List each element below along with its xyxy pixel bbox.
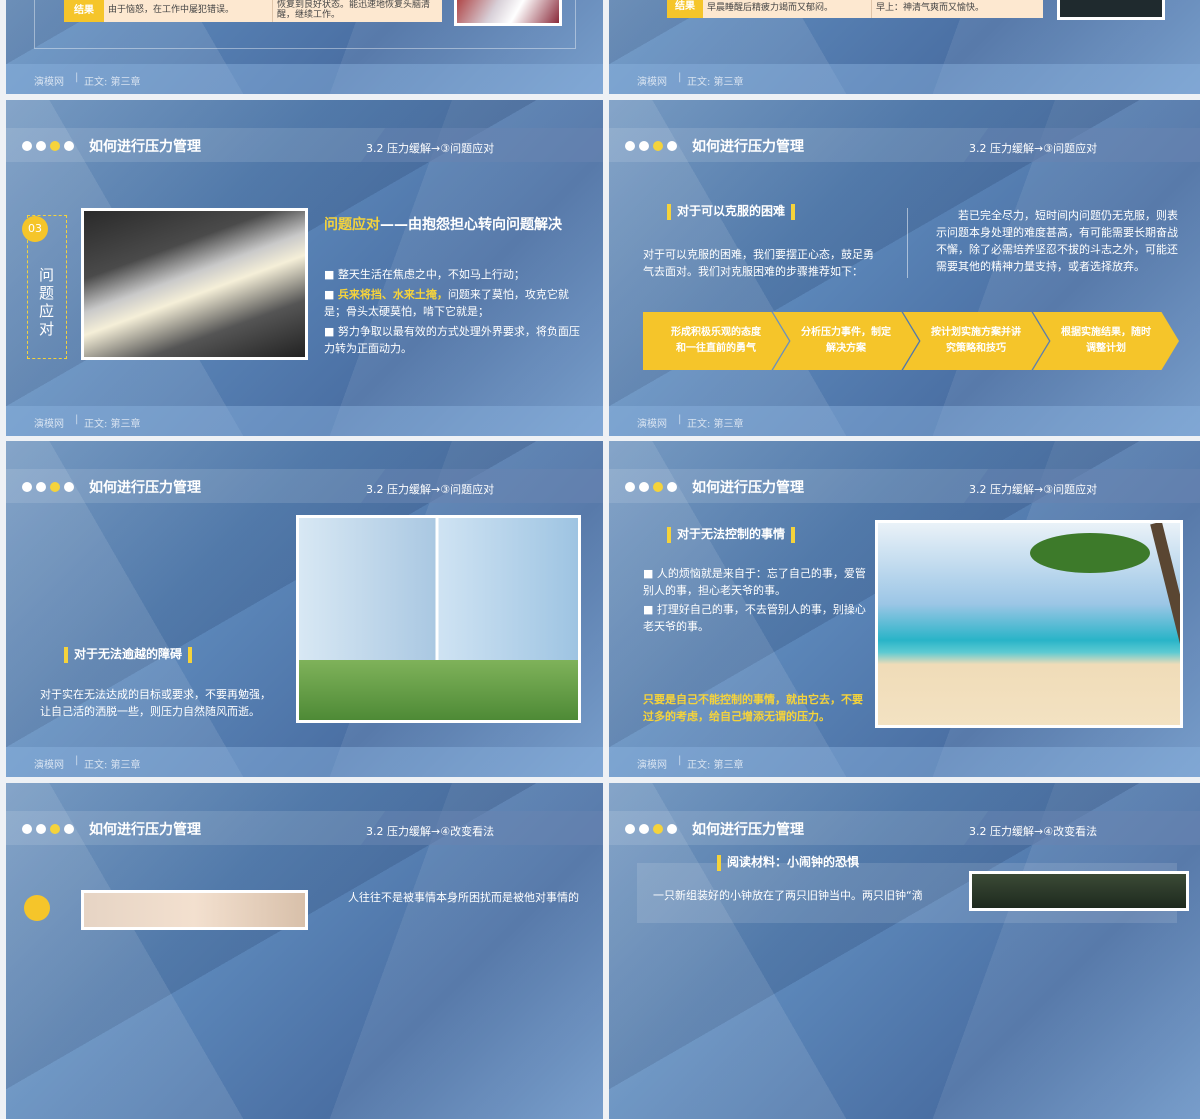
- slide-reading-material[interactable]: 如何进行压力管理 3.2 压力缓解→④改变看法 阅读材料：小闹钟的恐惧 一只新组…: [609, 783, 1200, 1119]
- section-heading: 问题应对——由抱怨担心转向问题解决: [324, 217, 562, 233]
- step-chevron-1: 形成积极乐观的态度和一往直前的勇气: [643, 312, 789, 370]
- divider: [907, 208, 908, 278]
- section-heading: 阅读材料：小闹钟的恐惧: [711, 853, 859, 871]
- step-chevron-2: 分析压力事件，制定解决方案: [773, 312, 919, 370]
- slide-title: 如何进行压力管理: [89, 480, 201, 496]
- step-chevron-4: 根据实施结果，随时调整计划: [1033, 312, 1179, 370]
- slide-insurmountable-obstacle[interactable]: 如何进行压力管理 3.2 压力缓解→③问题应对 对于无法逾越的障碍 对于实在无法…: [6, 441, 603, 777]
- section-badge: 03: [22, 216, 48, 242]
- left-paragraph: 对于可以克服的困难，我们要摆正心态，鼓足勇气去面对。我们对克服困难的步骤推荐如下…: [643, 248, 874, 278]
- paragraph: 对于实在无法达成的目标或要求，不要再勉强，让自己活的洒脱一些，则压力自然随风而逝…: [40, 688, 271, 718]
- beach-photo: [875, 520, 1183, 728]
- section-badge: [24, 895, 50, 921]
- relaxing-girl-photo: [296, 515, 581, 723]
- slide-problem-coping[interactable]: 如何进行压力管理 3.2 压力缓解→③问题应对 03 问题应对 问题应对——由抱…: [6, 100, 603, 436]
- slide-overcomable-difficulty[interactable]: 如何进行压力管理 3.2 压力缓解→③问题应对 对于可以克服的困难 对于可以克服…: [609, 100, 1200, 436]
- slide-title: 如何进行压力管理: [89, 822, 201, 838]
- footer-chapter: 正文: 第三章: [84, 77, 141, 88]
- step-chevron-3: 按计划实施方案并讲究策略和技巧: [903, 312, 1049, 370]
- list-item: ■ 打理好自己的事，不去管别人的事，别操心老天爷的事。: [643, 603, 866, 633]
- slide-subtitle: 3.2 压力缓解→④改变看法: [366, 825, 495, 838]
- section-heading: 对于无法控制的事情: [661, 525, 801, 543]
- vertical-label-box: 03 问题应对: [22, 215, 67, 359]
- section-heading: 对于无法逾越的障碍: [58, 645, 198, 663]
- photo: [81, 890, 308, 930]
- result-row: 结果 早晨睡醒后精疲力竭而又郁闷。 早上：神清气爽而又愉快。: [667, 0, 1043, 18]
- slide-subtitle: 3.2 压力缓解→④改变看法: [969, 825, 1098, 838]
- header-dots: [22, 141, 74, 151]
- right-paragraph: 若已完全尽力，短时间内问题仍无克服，则表示问题本身处理的难度甚高，有可能需要长期…: [936, 209, 1178, 273]
- slide-uncontrollable-things[interactable]: 如何进行压力管理 3.2 压力缓解→③问题应对 对于无法控制的事情 ■ 人的烦恼…: [609, 441, 1200, 777]
- list-item: ■ 兵来将挡、水来土掩，问题来了莫怕，攻克它就是；骨头太硬莫怕，啃下它就是；: [324, 288, 569, 318]
- bullet-list: ■ 人的烦恼就是来自于：忘了自己的事，爱管别人的事，担心老天爷的事。 ■ 打理好…: [643, 565, 869, 635]
- list-item: ■ 整天生活在焦虑之中，不如马上行动；: [324, 268, 525, 281]
- result-cell-2: 早上：神清气爽而又愉快。: [871, 0, 1043, 18]
- slide-subtitle: 3.2 压力缓解→③问题应对: [969, 142, 1098, 155]
- result-cell-1: 早晨睡醒后精疲力竭而又郁闷。: [707, 3, 834, 13]
- photo: [454, 0, 562, 26]
- vertical-label: 问题应对: [39, 266, 55, 338]
- slide-top-left[interactable]: 结果 由于恼怒，在工作中屡犯错误。 恢复到良好状态。能迅速地恢复头脑清醒，继续工…: [6, 0, 603, 94]
- result-cell-1: 由于恼怒，在工作中屡犯错误。: [108, 5, 235, 15]
- footer-brand: 演模网: [34, 77, 64, 88]
- slide-title: 如何进行压力管理: [692, 139, 804, 155]
- list-item: ■ 人的烦恼就是来自于：忘了自己的事，爱管别人的事，担心老天爷的事。: [643, 567, 866, 597]
- bullet-list: ■ 整天生活在焦虑之中，不如马上行动； ■ 兵来将挡、水来土掩，问题来了莫怕，攻…: [324, 266, 586, 357]
- list-item: ■ 努力争取以最有效的方式处理外界要求，将负面压力转为正面动力。: [324, 325, 580, 355]
- slide-subtitle: 3.2 压力缓解→③问题应对: [969, 483, 1098, 496]
- slide-change-view[interactable]: 如何进行压力管理 3.2 压力缓解→④改变看法 人往往不是被事情本身所困扰而是被…: [6, 783, 603, 1119]
- section-heading: 对于可以克服的困难: [661, 202, 801, 220]
- slide-title: 如何进行压力管理: [89, 139, 201, 155]
- slide-top-right[interactable]: 结果 早晨睡醒后精疲力竭而又郁闷。 早上：神清气爽而又愉快。 演模网 | 正文: 第…: [609, 0, 1200, 94]
- slide-title: 如何进行压力管理: [692, 822, 804, 838]
- slide-title: 如何进行压力管理: [692, 480, 804, 496]
- slide-subtitle: 3.2 压力缓解→③问题应对: [366, 142, 495, 155]
- slide-subtitle: 3.2 压力缓解→③问题应对: [366, 483, 495, 496]
- clock-photo: [969, 871, 1189, 911]
- result-cell-2: 恢复到良好状态。能迅速地恢复头脑清醒，继续工作。: [272, 0, 442, 22]
- result-label: 结果: [64, 0, 104, 22]
- result-label: 结果: [667, 0, 703, 18]
- photo: [1057, 0, 1165, 20]
- paragraph: 一只新组装好的小钟放在了两只旧钟当中。两只旧钟“滴: [653, 889, 923, 902]
- paragraph: 人往往不是被事情本身所困扰而是被他对事情的: [348, 891, 579, 904]
- highlight-text: 只要是自己不能控制的事情，就由它去，不要过多的考虑，给自己增添无谓的压力。: [643, 693, 863, 723]
- mechanic-photo: [81, 208, 308, 360]
- result-row: 结果 由于恼怒，在工作中屡犯错误。 恢复到良好状态。能迅速地恢复头脑清醒，继续工…: [64, 0, 442, 22]
